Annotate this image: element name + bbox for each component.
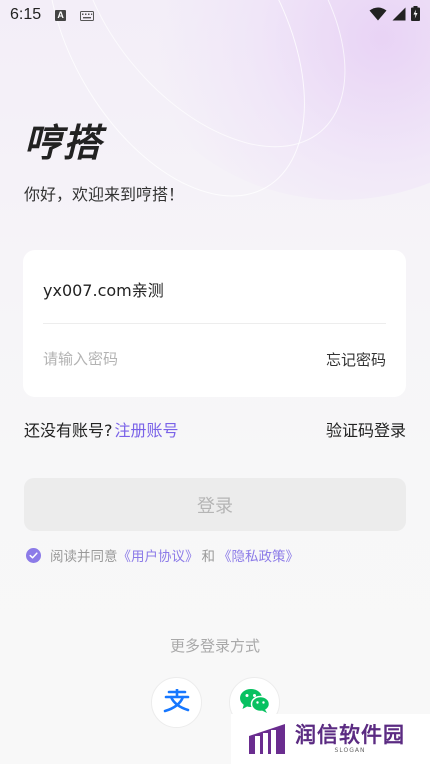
status-time: 6:15 [10, 6, 42, 23]
no-account-text: 还没有账号? [24, 421, 113, 440]
card-divider [43, 323, 386, 324]
login-button[interactable]: 登录 [24, 478, 406, 531]
keyboard-icon [80, 6, 95, 25]
sms-login-link[interactable]: 验证码登录 [326, 417, 406, 441]
account-field[interactable]: yx007.com亲测 [43, 277, 164, 301]
watermark-text: 润信软件园 [295, 723, 405, 747]
battery-icon [411, 5, 420, 25]
status-bar: 6:15 A [0, 0, 430, 30]
app-title: 哼搭 [24, 121, 103, 165]
wifi-icon [369, 6, 387, 25]
register-link[interactable]: 注册账号 [115, 421, 179, 440]
watermark-logo-icon [247, 722, 287, 756]
agree-checkbox-icon[interactable] [26, 547, 41, 563]
user-agreement-link[interactable]: 《用户协议》 [118, 545, 199, 565]
forgot-password-link[interactable]: 忘记密码 [326, 349, 386, 370]
password-input[interactable] [43, 347, 273, 371]
privacy-policy-link[interactable]: 《隐私政策》 [218, 545, 299, 565]
notification-a-icon: A [55, 9, 67, 21]
login-card: yx007.com亲测 忘记密码 [23, 250, 406, 397]
agreement-row: 阅读并同意 《用户协议》 和 《隐私政策》 [26, 545, 299, 565]
watermark-slogan: SLOGAN [334, 747, 366, 754]
alipay-icon [162, 687, 192, 717]
agreement-and: 和 [201, 549, 216, 565]
agreement-prefix: 阅读并同意 [50, 549, 118, 565]
more-login-methods-label: 更多登录方式 [169, 637, 260, 655]
welcome-text: 你好，欢迎来到哼搭！ [24, 185, 185, 204]
watermark: 润信软件园 SLOGAN [231, 714, 430, 764]
signal-icon [392, 6, 406, 25]
alipay-login-button[interactable] [151, 677, 202, 728]
links-row: 还没有账号? 注册账号 验证码登录 [24, 417, 406, 441]
